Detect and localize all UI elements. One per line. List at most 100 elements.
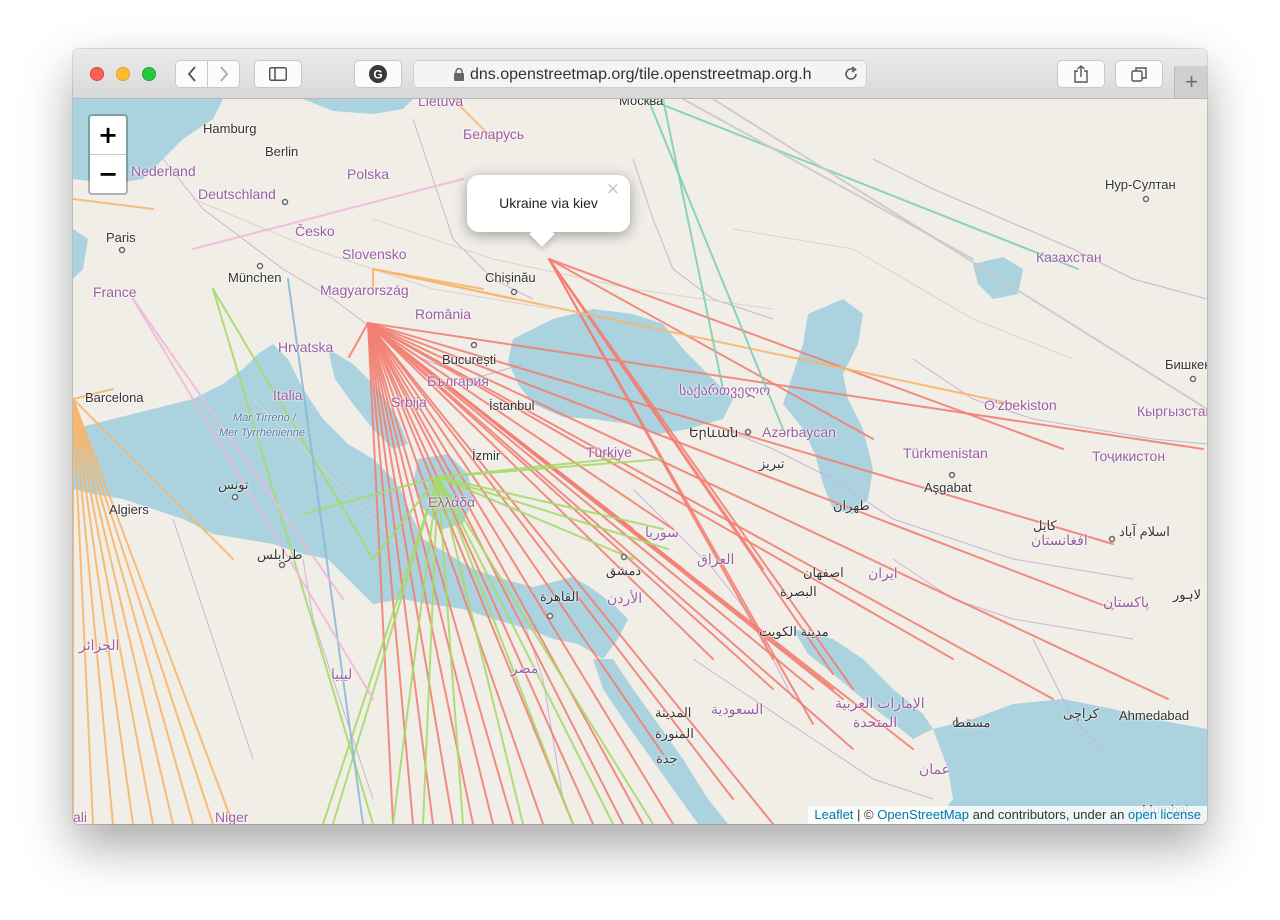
map-label: საქართველო: [679, 382, 771, 398]
fullscreen-window-button[interactable]: [142, 67, 156, 81]
chevron-left-icon: [187, 66, 196, 82]
map-view[interactable]: Hamburg Berlin Nederland Deutschland Polska Б…: [73, 99, 1207, 824]
map-label: Hamburg: [203, 121, 257, 136]
map-label: München: [228, 270, 282, 285]
tabs-overview-icon: [1131, 67, 1147, 82]
map-label: Бишкек: [1165, 357, 1207, 372]
map-label: Italia: [273, 387, 303, 403]
map-label: العراق: [697, 551, 735, 567]
grammarly-extension-button[interactable]: G: [354, 60, 402, 88]
map-label: سوريا: [645, 524, 679, 540]
open-license-link[interactable]: open license: [1128, 807, 1201, 822]
map-label: Türkiye: [586, 444, 632, 460]
zoom-out-button[interactable]: −: [90, 155, 126, 193]
map-label: Azərbaycan: [762, 424, 836, 440]
route-line: [647, 99, 1079, 270]
show-tabs-button[interactable]: [1115, 60, 1163, 88]
map-label: Москва: [619, 99, 664, 108]
sidebar-icon: [269, 67, 287, 81]
reload-icon[interactable]: [842, 65, 860, 83]
map-label: پاکستان: [1103, 594, 1150, 610]
close-window-button[interactable]: [90, 67, 104, 81]
map-basemap: [73, 99, 1207, 824]
map-label: Երևան: [689, 425, 739, 440]
openstreetmap-link[interactable]: OpenStreetMap: [877, 807, 969, 822]
map-label: România: [415, 306, 472, 322]
map-label: България: [427, 373, 489, 389]
chevron-right-icon: [219, 66, 228, 82]
map-label: المتحدة: [853, 714, 898, 730]
map-label: İstanbul: [489, 398, 535, 413]
map-popup: Ukraine via kiev ×: [467, 175, 630, 247]
back-button[interactable]: [175, 60, 208, 88]
map-label: Polska: [347, 166, 390, 182]
new-tab-button[interactable]: +: [1174, 66, 1207, 98]
map-label: ایران: [868, 565, 898, 581]
map-label: Česko: [295, 223, 335, 239]
route-line: [73, 198, 154, 210]
map-label: جدة: [656, 751, 678, 766]
minimize-window-button[interactable]: [116, 67, 130, 81]
map-label: دمشق: [606, 563, 642, 578]
map-label: افغانستان: [1031, 532, 1088, 548]
map-label: Berlin: [265, 144, 299, 159]
forward-button[interactable]: [207, 60, 240, 88]
map-label: Algiers: [109, 502, 149, 517]
map-label: Slovensko: [342, 246, 407, 262]
browser-toolbar: G dns.openstreetmap.org/tile.openstreetm…: [73, 49, 1207, 99]
map-label: Кыргызстан: [1137, 403, 1207, 419]
map-label: O'zbekiston: [984, 397, 1057, 413]
zoom-control: + −: [88, 114, 128, 195]
map-label: اسلام آباد: [1119, 524, 1170, 539]
map-label: Nederland: [131, 163, 196, 179]
map-label: Paris: [106, 230, 136, 245]
map-label: طرابلس: [257, 547, 303, 562]
route-line: [348, 322, 369, 358]
map-label: کراچی: [1063, 706, 1099, 721]
map-label: ليبيا: [331, 666, 353, 682]
map-label: Aşgabat: [924, 480, 972, 495]
plus-icon: +: [1185, 69, 1198, 94]
map-label: Barcelona: [85, 390, 144, 405]
url-text: dns.openstreetmap.org/tile.openstreetmap…: [470, 66, 812, 83]
grammarly-icon: G: [369, 65, 387, 83]
map-label: Ελλάδα: [428, 494, 476, 510]
map-label: Türkmenistan: [903, 445, 988, 461]
map-label: المنورة: [655, 726, 694, 741]
zoom-in-button[interactable]: +: [90, 116, 126, 155]
map-label: ali: [73, 809, 88, 824]
map-label: Niger: [215, 809, 249, 824]
map-label: Mar Tirreno /: [233, 412, 296, 424]
map-label: Lietuva: [418, 99, 464, 109]
map-label: لاہور: [1173, 587, 1202, 602]
map-label: Ahmedabad: [1119, 708, 1190, 723]
map-label: تبريز: [759, 456, 785, 471]
map-label: Казахстан: [1036, 249, 1102, 265]
popup-close-button[interactable]: ×: [606, 179, 620, 199]
map-label: Srbija: [391, 394, 427, 410]
attribution-separator: | ©: [853, 807, 878, 822]
share-button[interactable]: [1057, 60, 1105, 88]
map-label: المدينة: [655, 705, 692, 720]
map-label: اصفهان: [803, 565, 844, 580]
map-label: طهران: [833, 498, 870, 513]
map-label: București: [442, 352, 497, 367]
route-line: [712, 99, 1207, 410]
sidebar-toggle-button[interactable]: [254, 60, 302, 88]
route-line: [682, 99, 974, 260]
map-label: Mer Tyrrhénienne: [219, 427, 305, 439]
leaflet-link[interactable]: Leaflet: [814, 807, 853, 822]
map-label: الإمارات العربية: [835, 695, 925, 711]
svg-text:G: G: [373, 68, 382, 82]
share-icon: [1074, 65, 1088, 83]
map-label: Deutschland: [198, 186, 276, 202]
map-label: السعودية: [711, 701, 764, 717]
map-label: الأردن: [607, 590, 643, 606]
map-label: Hrvatska: [278, 339, 334, 355]
attribution-middle-text: and contributors, under an: [969, 807, 1128, 822]
lock-icon: [454, 68, 464, 81]
map-label: القاهرة: [540, 589, 579, 604]
map-label: İzmir: [472, 448, 501, 463]
address-bar[interactable]: dns.openstreetmap.org/tile.openstreetmap…: [413, 60, 867, 88]
map-label: Беларусь: [463, 126, 525, 142]
